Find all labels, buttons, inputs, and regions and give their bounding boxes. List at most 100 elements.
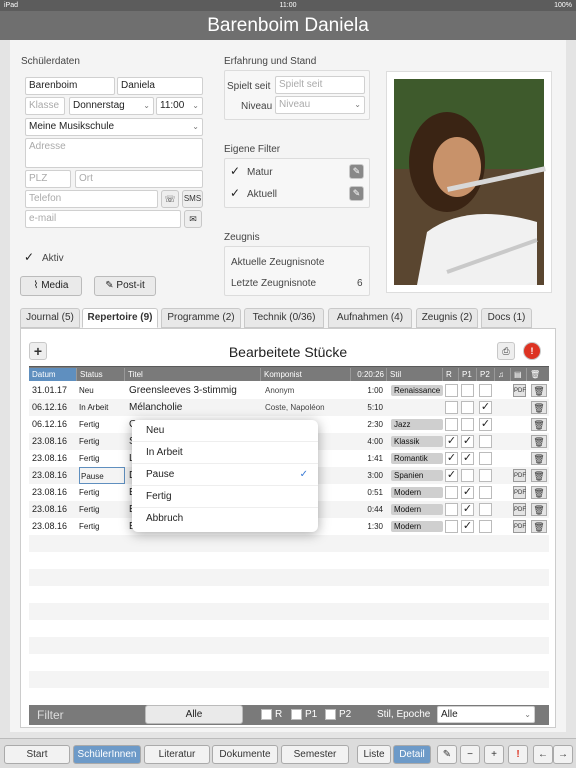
row-pdf-icon[interactable]: PDF (513, 503, 526, 516)
column-header-r[interactable]: R (443, 368, 459, 381)
tab-technik[interactable]: Technik (0/36) (244, 308, 324, 328)
trash-icon[interactable]: 🗑 (531, 486, 547, 499)
class-field[interactable]: Klasse (25, 97, 65, 115)
filter-p1-checkbox[interactable] (291, 709, 302, 720)
lastname-field[interactable]: Barenboim (25, 77, 115, 95)
trash-icon[interactable]: 🗑 (531, 452, 547, 465)
time-select[interactable]: 11:00 ⌄ (156, 97, 203, 115)
trash-icon[interactable]: 🗑 (531, 384, 547, 397)
row-p2-checkbox[interactable] (479, 469, 492, 482)
nav-start-button[interactable]: Start (4, 745, 70, 764)
row-p2-checkbox[interactable] (479, 435, 492, 448)
row-r-checkbox[interactable]: ✓ (445, 469, 458, 482)
row-r-checkbox[interactable] (445, 418, 458, 431)
minus-icon[interactable]: − (460, 745, 480, 764)
nav-literatur-button[interactable]: Literatur (144, 745, 210, 764)
postit-button[interactable]: ✎ Post-it (94, 276, 156, 296)
table-row[interactable]: 06.12.16 In Arbeit Mélancholie Coste, Napol… (29, 399, 549, 416)
arrow-right-icon[interactable]: → (553, 745, 573, 764)
row-p2-checkbox[interactable]: ✓ (479, 418, 492, 431)
school-select[interactable]: Meine Musikschule ⌄ (25, 118, 203, 136)
column-header-title[interactable]: Titel (125, 368, 261, 381)
column-header-date[interactable]: Datum (29, 368, 77, 381)
sms-button[interactable]: SMS (182, 190, 203, 208)
row-p2-checkbox[interactable]: ✓ (479, 401, 492, 414)
plus-icon[interactable]: + (484, 745, 504, 764)
row-status[interactable]: Fertig (79, 501, 125, 518)
trash-icon[interactable]: 🗑 (531, 401, 547, 414)
column-header-duration[interactable]: 0:20:26 (351, 368, 387, 381)
row-status[interactable]: Fertig (79, 433, 125, 450)
arrow-left-icon[interactable]: ← (533, 745, 553, 764)
row-r-checkbox[interactable]: ✓ (445, 452, 458, 465)
tab-programme[interactable]: Programme (2) (161, 308, 241, 328)
student-photo[interactable] (386, 71, 552, 293)
popup-item-abbruch[interactable]: Abbruch (132, 508, 318, 530)
media-button[interactable]: ⌇ Media (20, 276, 82, 296)
column-header-p1[interactable]: P1 (459, 368, 477, 381)
tab-zeugnis[interactable]: Zeugnis (2) (416, 308, 478, 328)
info-icon[interactable]: ! (523, 342, 541, 360)
trash-icon[interactable]: 🗑 (531, 503, 547, 516)
column-header-p2[interactable]: P2 (477, 368, 495, 381)
trash-icon[interactable]: 🗑 (531, 520, 547, 533)
filter-all-button[interactable]: Alle (145, 705, 243, 724)
phone-field[interactable]: Telefon (25, 190, 158, 208)
row-p1-checkbox[interactable]: ✓ (461, 503, 474, 516)
zip-field[interactable]: PLZ (25, 170, 71, 188)
row-r-checkbox[interactable] (445, 486, 458, 499)
trash-icon[interactable]: 🗑 (531, 418, 547, 431)
row-p2-checkbox[interactable] (479, 452, 492, 465)
popup-item-pause[interactable]: Pause ✓ (132, 464, 318, 486)
row-p2-checkbox[interactable] (479, 384, 492, 397)
phone-icon[interactable]: ☏ (161, 190, 179, 208)
row-pdf-icon[interactable]: PDF (513, 469, 526, 482)
nav-semester-button[interactable]: Semester (281, 745, 349, 764)
view-detail-button[interactable]: Detail (393, 745, 431, 764)
column-header-stil[interactable]: Stil (387, 368, 443, 381)
firstname-field[interactable]: Daniela (117, 77, 203, 95)
row-p1-checkbox[interactable]: ✓ (461, 452, 474, 465)
row-status[interactable]: Fertig (79, 484, 125, 501)
row-p2-checkbox[interactable] (479, 520, 492, 533)
view-list-button[interactable]: Liste (357, 745, 391, 764)
trash-icon[interactable]: 🗑 (527, 368, 549, 381)
row-status[interactable]: In Arbeit (79, 399, 125, 416)
nav-students-button[interactable]: SchülerInnen (73, 745, 141, 764)
trash-icon[interactable]: 🗑 (531, 469, 547, 482)
music-note-icon[interactable]: ♫ (495, 368, 511, 381)
address-field[interactable]: Adresse (25, 138, 203, 168)
column-header-status[interactable]: Status (77, 368, 125, 381)
row-p1-checkbox[interactable] (461, 401, 474, 414)
row-status[interactable]: Neu (79, 382, 125, 399)
stil-filter-select[interactable]: Alle ⌄ (437, 706, 535, 723)
edit-filter-icon[interactable]: ✎ (349, 186, 364, 201)
row-pdf-icon[interactable]: PDF (513, 520, 526, 533)
filter-p2-checkbox[interactable] (325, 709, 336, 720)
tab-journal[interactable]: Journal (5) (20, 308, 80, 328)
print-icon[interactable]: ⎙ (497, 342, 515, 360)
row-p1-checkbox[interactable]: ✓ (461, 520, 474, 533)
active-checkbox[interactable]: ✓ (24, 250, 34, 264)
row-r-checkbox[interactable] (445, 401, 458, 414)
tab-repertoire[interactable]: Repertoire (9) (82, 308, 158, 328)
level-select[interactable]: Niveau ⌄ (275, 96, 365, 114)
row-p1-checkbox[interactable] (461, 384, 474, 397)
tab-aufnahmen[interactable]: Aufnahmen (4) (328, 308, 412, 328)
popup-item-in-arbeit[interactable]: In Arbeit (132, 442, 318, 464)
row-status[interactable]: Pause (79, 467, 125, 484)
plays-since-field[interactable]: Spielt seit (275, 76, 365, 94)
row-p1-checkbox[interactable]: ✓ (461, 486, 474, 499)
table-row[interactable]: 31.01.17 Neu Greensleeves 3-stimmig Anonym 1… (29, 382, 549, 399)
day-select[interactable]: Donnerstag ⌄ (69, 97, 154, 115)
row-r-checkbox[interactable] (445, 384, 458, 397)
filter-r-checkbox[interactable] (261, 709, 272, 720)
filter-checkbox[interactable]: ✓ (230, 164, 240, 178)
edit-icon[interactable]: ✎ (437, 745, 457, 764)
row-pdf-icon[interactable]: PDF (513, 384, 526, 397)
document-icon[interactable]: ▤ (511, 368, 527, 381)
popup-item-neu[interactable]: Neu (132, 420, 318, 442)
row-p2-checkbox[interactable] (479, 503, 492, 516)
filter-checkbox[interactable]: ✓ (230, 186, 240, 200)
trash-icon[interactable]: 🗑 (531, 435, 547, 448)
